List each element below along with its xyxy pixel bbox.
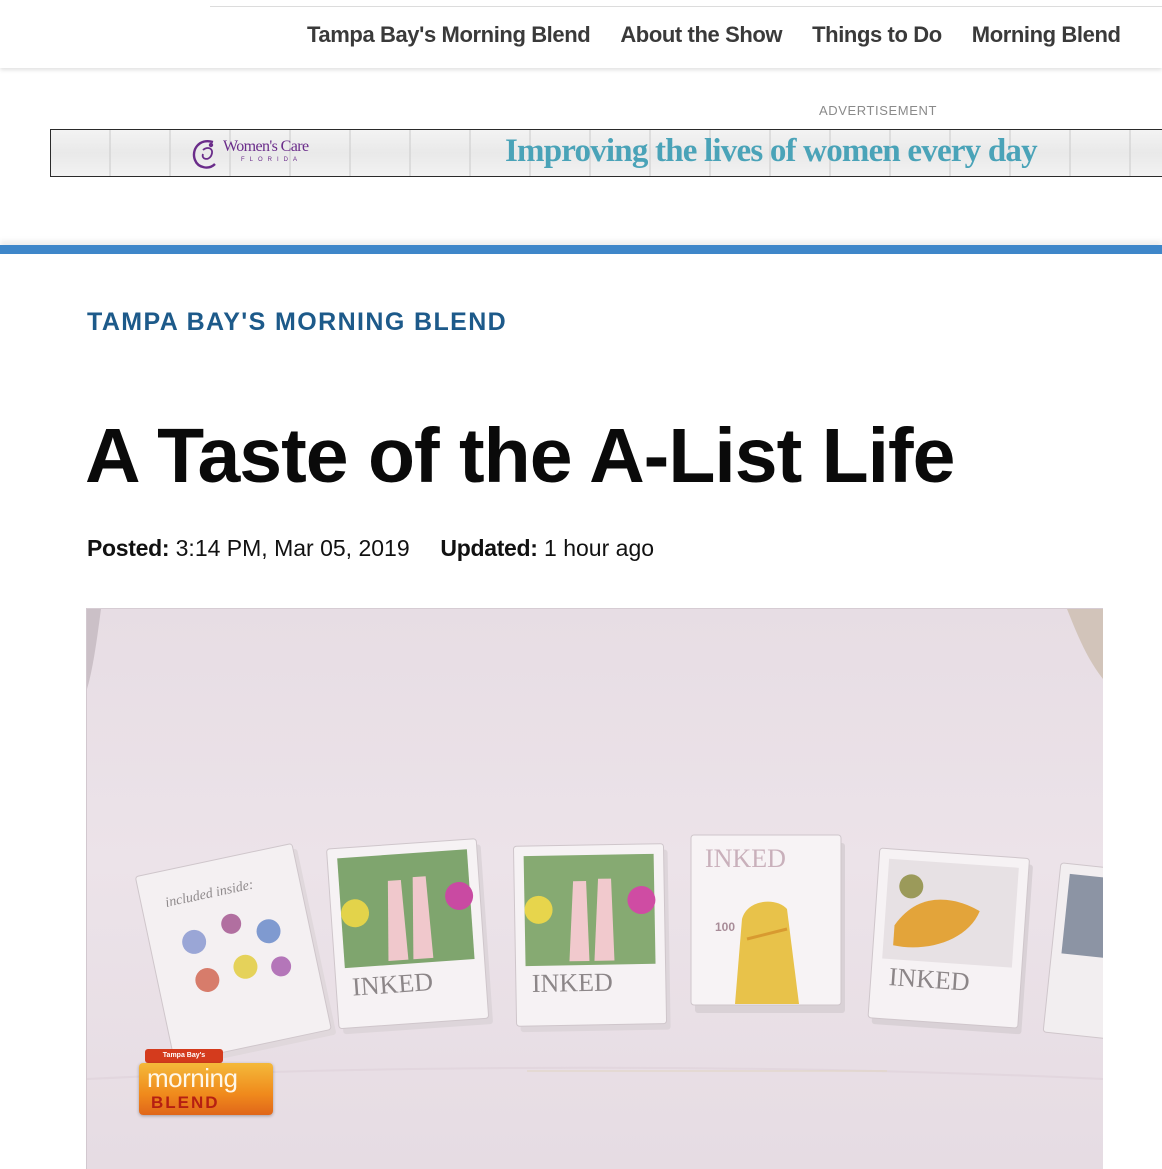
bug-word-morning: morning (147, 1063, 238, 1093)
article-title: A Taste of the A-List Life (85, 413, 956, 499)
tattoo-card-5: INKED (867, 847, 1033, 1035)
posted-value: 3:14 PM, Mar 05, 2019 (175, 535, 410, 561)
tattoo-card-1: included inside: (135, 843, 336, 1068)
card-5-inked: INKED (888, 962, 971, 997)
article-section-link[interactable]: TAMPA BAY'S MORNING BLEND (87, 308, 507, 337)
article-meta: Posted: 3:14 PM, Mar 05, 2019 Updated: 1… (87, 535, 654, 562)
bug-small-text: Tampa Bay's (145, 1049, 223, 1063)
nav-links: Tampa Bay's Morning Blend About the Show T… (307, 22, 1151, 48)
nav-link-things-to-do[interactable]: Things to Do (812, 22, 942, 48)
video-player[interactable]: included inside: INKED INKED INKED 100 I… (86, 608, 1103, 1169)
card-3-inked: INKED (532, 968, 613, 998)
tattoo-card-3: INKED (513, 843, 671, 1033)
womens-care-logo-icon (192, 140, 216, 169)
updated-label: Updated: (440, 535, 538, 561)
ad-brand-name: Women's Care (223, 138, 309, 155)
top-navigation: Tampa Bay's Morning Blend About the Show T… (0, 0, 1162, 68)
card-2-inked: INKED (351, 967, 434, 1002)
card-4-inked: INKED (705, 844, 786, 873)
advertisement-banner[interactable]: Women's Care FLORIDA Improving the lives… (50, 129, 1162, 177)
morning-blend-logo-bug: Tampa Bay's morning BLEND (139, 1049, 273, 1115)
ad-brand-sub: FLORIDA (241, 157, 303, 163)
tattoo-card-4: INKED 100 (690, 834, 845, 1013)
womens-care-logo: Women's Care FLORIDA (189, 136, 329, 172)
nav-top-border (210, 6, 1162, 7)
nav-link-morning-blend-home[interactable]: Tampa Bay's Morning Blend (307, 22, 591, 48)
bug-word-blend: BLEND (151, 1093, 220, 1112)
updated-value: 1 hour ago (544, 535, 655, 561)
card-4-count: 100 (715, 920, 735, 934)
posted-label: Posted: (87, 535, 170, 561)
advertisement-label: ADVERTISEMENT (818, 103, 938, 118)
nav-link-about-the-show[interactable]: About the Show (620, 22, 782, 48)
section-divider (0, 245, 1162, 254)
tattoo-card-6 (1042, 862, 1103, 1041)
tattoo-card-2: INKED (326, 838, 493, 1035)
ad-tagline: Improving the lives of women every day (505, 133, 1038, 169)
nav-link-morning-blend[interactable]: Morning Blend (972, 22, 1121, 48)
